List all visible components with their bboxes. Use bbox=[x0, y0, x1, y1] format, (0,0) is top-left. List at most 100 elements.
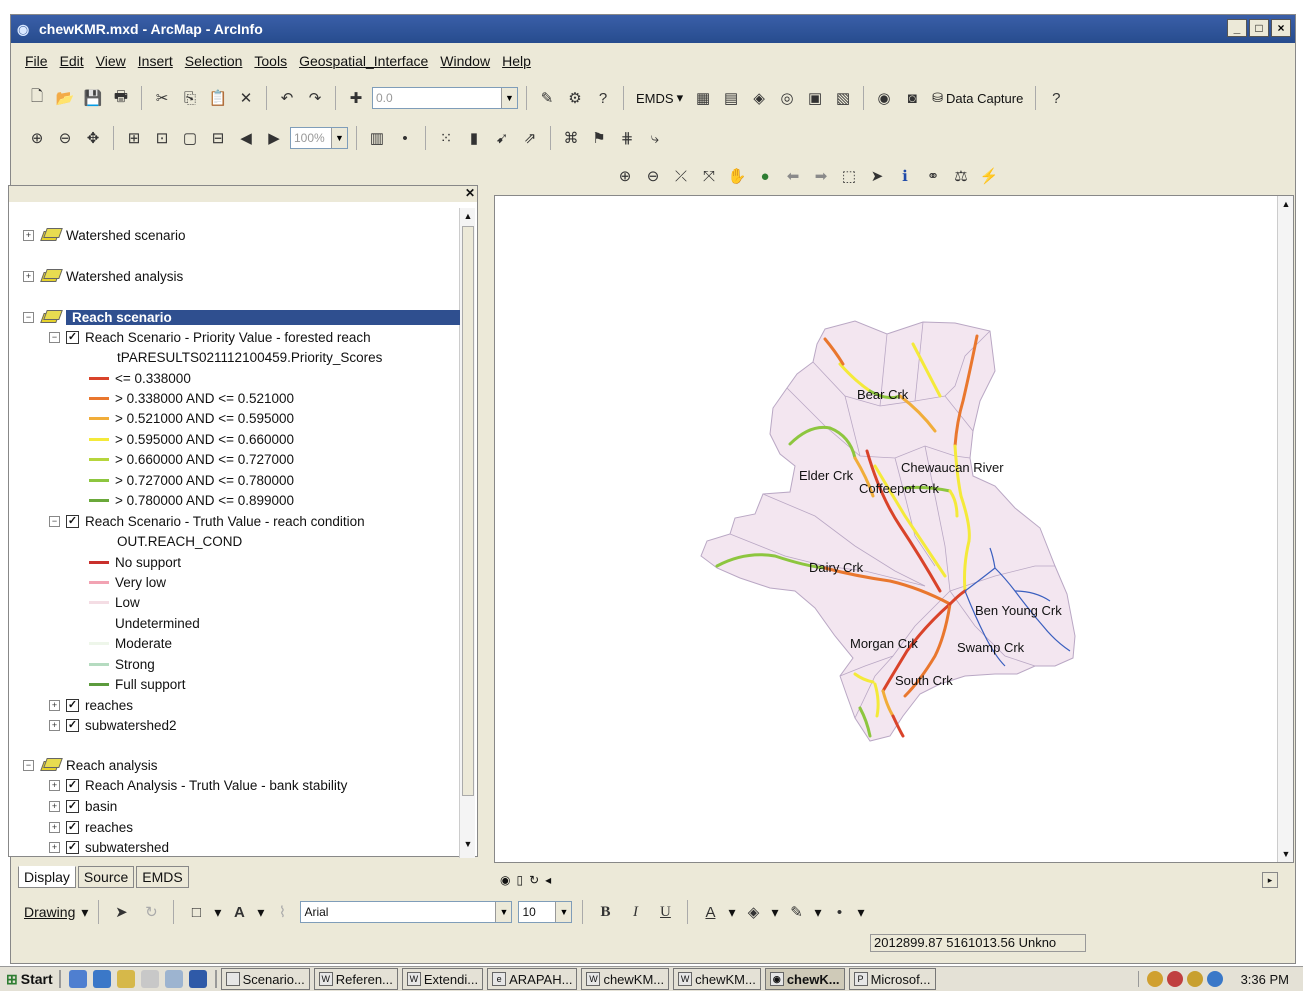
taskbar-item-chewkm-2[interactable]: W chewKM... bbox=[673, 968, 761, 990]
legend-class-row[interactable]: <= 0.338000 bbox=[89, 368, 191, 388]
map-scale-combo[interactable]: 0.0 ▼ bbox=[372, 87, 518, 109]
chevron-down-icon[interactable]: ▼ bbox=[555, 902, 572, 922]
save-icon[interactable]: 💾 bbox=[81, 86, 105, 110]
fill-color-icon[interactable]: ◈ bbox=[741, 900, 765, 924]
menu-tools[interactable]: Tools bbox=[254, 53, 287, 69]
rectangle-icon[interactable]: □ bbox=[184, 900, 208, 924]
scroll-down-icon[interactable]: ▼ bbox=[460, 836, 476, 852]
pan-layout-icon[interactable]: ✥ bbox=[81, 126, 105, 150]
chevron-down-icon[interactable]: ▾ bbox=[257, 904, 264, 921]
legend-class-row[interactable]: > 0.521000 AND <= 0.595000 bbox=[89, 409, 294, 429]
menu-window[interactable]: Window bbox=[440, 53, 490, 69]
collapse-icon[interactable]: − bbox=[23, 759, 34, 771]
toc-layer-bank-stability[interactable]: + ✓ Reach Analysis - Truth Value - bank … bbox=[49, 775, 347, 795]
tray-app-icon[interactable] bbox=[1186, 971, 1203, 987]
grid-icon[interactable]: ⋕ bbox=[615, 126, 639, 150]
bold-icon[interactable]: B bbox=[593, 900, 617, 924]
minimize-button[interactable]: _ bbox=[1227, 19, 1247, 37]
refresh-icon[interactable]: ↻ bbox=[529, 873, 539, 887]
browser-icon[interactable] bbox=[68, 970, 87, 988]
zoom-in-layout-icon[interactable]: ⊕ bbox=[25, 126, 49, 150]
redo-icon[interactable]: ↷ bbox=[303, 86, 327, 110]
toc-layer-reaches[interactable]: + ✓ reaches bbox=[49, 695, 133, 715]
toc-group-watershed-analysis[interactable]: + Watershed analysis bbox=[23, 266, 183, 286]
route-icon[interactable]: ⤷ bbox=[643, 126, 667, 150]
arctoolbox-icon[interactable]: ⚙ bbox=[563, 86, 587, 110]
drawing-menu-button[interactable]: Drawing bbox=[24, 904, 75, 920]
chevron-down-icon[interactable]: ▾ bbox=[815, 904, 822, 921]
zoom-out-layout-icon[interactable]: ⊖ bbox=[53, 126, 77, 150]
expand-icon[interactable]: + bbox=[49, 719, 60, 731]
scroll-down-icon[interactable]: ▼ bbox=[1278, 846, 1294, 862]
map-vertical-scrollbar[interactable]: ▲ ▼ bbox=[1277, 196, 1293, 862]
toc-layer-subwatershed2[interactable]: + ✓ subwatershed2 bbox=[49, 715, 177, 735]
legend-class-row[interactable]: > 0.595000 AND <= 0.660000 bbox=[89, 429, 294, 449]
legend-class-row[interactable]: > 0.780000 AND <= 0.899000 bbox=[89, 490, 294, 510]
select-elements-icon[interactable]: ➤ bbox=[865, 164, 889, 188]
taskbar-item-arcmap[interactable]: ◉ chewK... bbox=[764, 968, 845, 990]
legend-class-row[interactable]: No support bbox=[89, 552, 181, 572]
toc-layer-basin[interactable]: + ✓ basin bbox=[49, 796, 117, 816]
word-icon[interactable] bbox=[188, 970, 207, 988]
tray-app-icon[interactable] bbox=[1166, 971, 1183, 987]
fixed-zoom-in-map-icon[interactable]: ⤫ bbox=[669, 164, 693, 188]
font-size-combo[interactable]: 10 ▼ bbox=[518, 901, 573, 923]
legend-class-row[interactable]: Very low bbox=[89, 572, 166, 592]
taskbar-item-chewkm-1[interactable]: W chewKM... bbox=[581, 968, 670, 990]
select-features-icon[interactable]: ⬚ bbox=[837, 164, 861, 188]
flag-icon[interactable]: ⚑ bbox=[587, 126, 611, 150]
copy-icon[interactable]: ⎘ bbox=[178, 86, 202, 110]
scroll-left-icon[interactable]: ◂ bbox=[545, 873, 551, 887]
layer-checkbox[interactable]: ✓ bbox=[66, 698, 79, 712]
help-icon[interactable]: ? bbox=[1044, 86, 1068, 110]
italic-icon[interactable]: I bbox=[623, 900, 647, 924]
layer-checkbox[interactable]: ✓ bbox=[66, 330, 79, 344]
scroll-up-icon[interactable]: ▲ bbox=[1278, 196, 1294, 212]
eye-icon[interactable]: ◉ bbox=[872, 86, 896, 110]
emds-menu-button[interactable]: EMDS ▾ bbox=[632, 90, 687, 106]
toc-group-watershed-scenario[interactable]: + Watershed scenario bbox=[23, 225, 186, 245]
cut-icon[interactable]: ✂ bbox=[150, 86, 174, 110]
legend-class-row[interactable]: > 0.727000 AND <= 0.780000 bbox=[89, 470, 294, 490]
toc-scrollbar[interactable]: ▲ ▼ bbox=[459, 208, 475, 858]
chevron-down-icon[interactable]: ▼ bbox=[331, 128, 347, 148]
scroll-thumb[interactable] bbox=[462, 226, 474, 796]
collapse-icon[interactable]: − bbox=[49, 331, 60, 343]
chevron-down-icon[interactable]: ▾ bbox=[858, 904, 865, 921]
collapse-icon[interactable]: − bbox=[49, 515, 60, 527]
tray-app-icon[interactable] bbox=[1146, 971, 1163, 987]
start-button[interactable]: ⊞ Start bbox=[0, 971, 59, 988]
layer-checkbox[interactable]: ✓ bbox=[66, 840, 79, 854]
menu-edit[interactable]: Edit bbox=[60, 53, 84, 69]
expand-icon[interactable]: + bbox=[49, 800, 60, 812]
legend-class-row[interactable]: Moderate bbox=[89, 634, 172, 654]
identify-icon[interactable]: ℹ bbox=[893, 164, 917, 188]
bar-chart-icon[interactable]: ▮ bbox=[462, 126, 486, 150]
taskbar-item-references[interactable]: W Referen... bbox=[313, 968, 398, 990]
undo-icon[interactable]: ↶ bbox=[275, 86, 299, 110]
network-icon[interactable]: ⌘ bbox=[559, 126, 583, 150]
menu-insert[interactable]: Insert bbox=[138, 53, 173, 69]
expand-icon[interactable]: + bbox=[49, 841, 60, 853]
back-extent-icon[interactable]: ◀ bbox=[234, 126, 258, 150]
kb-icon[interactable]: ◎ bbox=[775, 86, 799, 110]
line-color-icon[interactable]: ✎ bbox=[785, 900, 809, 924]
editor-icon[interactable]: ✎ bbox=[535, 86, 559, 110]
menu-view[interactable]: View bbox=[96, 53, 126, 69]
taskbar-item-extending[interactable]: W Extendi... bbox=[401, 968, 484, 990]
toc-group-reach-analysis[interactable]: − Reach analysis bbox=[23, 755, 158, 775]
focus-icon[interactable]: • bbox=[393, 126, 417, 150]
back-arrow-icon[interactable]: ⬅ bbox=[781, 164, 805, 188]
delete-icon[interactable]: ✕ bbox=[234, 86, 258, 110]
scroll-right-icon[interactable]: ▸ bbox=[1262, 872, 1278, 888]
menu-help[interactable]: Help bbox=[502, 53, 531, 69]
select-elements-icon[interactable]: ➤ bbox=[109, 900, 133, 924]
rotate-icon[interactable]: ↻ bbox=[139, 900, 163, 924]
font-color-icon[interactable]: A bbox=[698, 900, 722, 924]
expand-icon[interactable]: + bbox=[49, 779, 60, 791]
legend-class-row[interactable]: Undetermined bbox=[89, 613, 200, 633]
layer-checkbox[interactable]: ✓ bbox=[66, 514, 79, 528]
report-icon[interactable]: ▧ bbox=[831, 86, 855, 110]
paste-icon[interactable]: 📋 bbox=[206, 86, 230, 110]
maximize-button[interactable]: □ bbox=[1249, 19, 1269, 37]
